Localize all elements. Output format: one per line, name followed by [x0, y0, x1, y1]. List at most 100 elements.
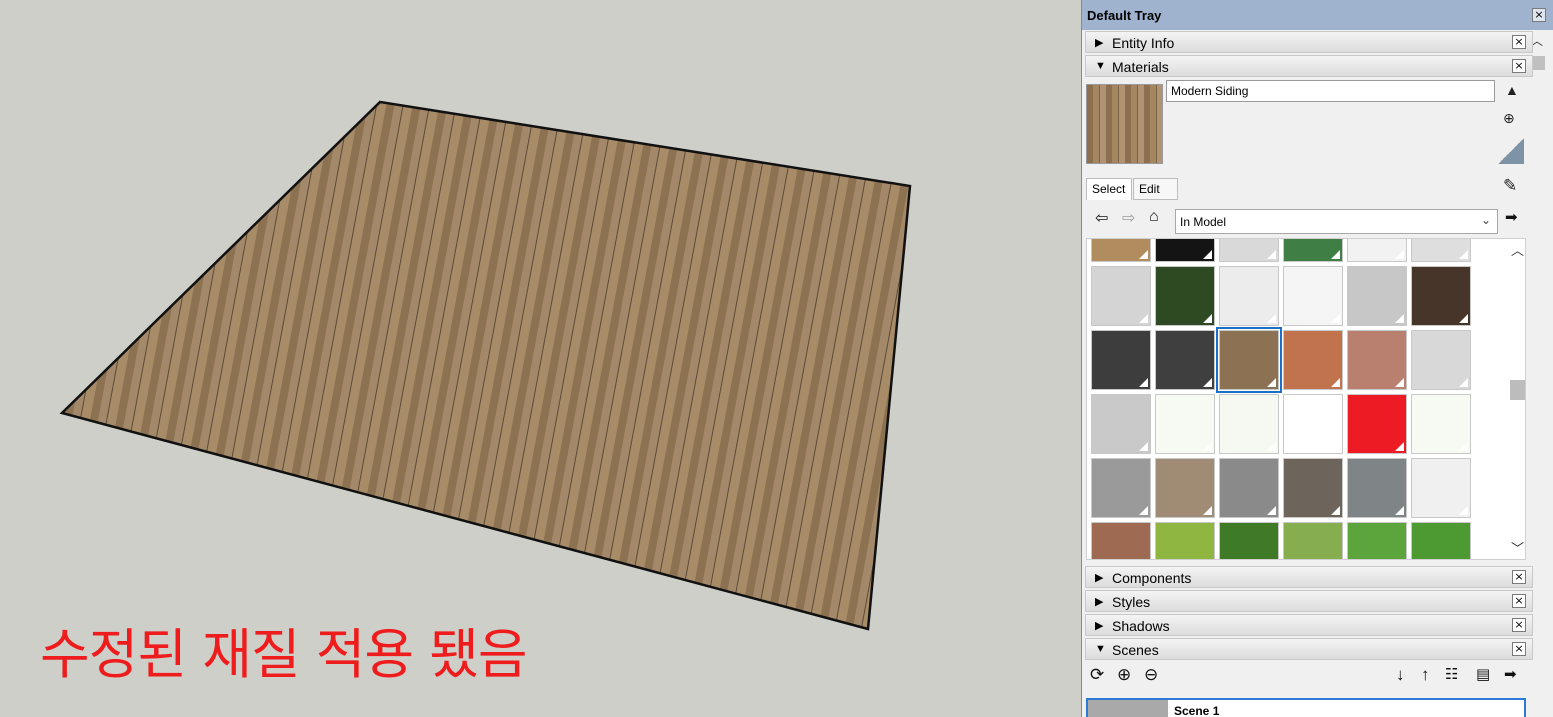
panel-styles-header[interactable]: ▶ Styles × [1085, 590, 1533, 612]
material-swatch-dark-gray[interactable] [1091, 330, 1151, 390]
material-swatch-modern-siding[interactable] [1216, 327, 1282, 393]
forward-arrow-icon[interactable]: ⇨ [1122, 208, 1135, 228]
material-swatch-dark-gray-2[interactable] [1155, 330, 1215, 390]
collapsed-arrow-icon[interactable]: ▶ [1095, 571, 1103, 584]
add-scene-icon[interactable]: ⊕ [1117, 665, 1131, 685]
panel-label: Components [1112, 570, 1192, 586]
swatch-corner-marker [1459, 378, 1468, 387]
panel-close-button[interactable]: × [1512, 35, 1526, 49]
panel-shadows-header[interactable]: ▶ Shadows × [1085, 614, 1533, 636]
material-swatch-hedge-light[interactable] [1155, 522, 1215, 559]
home-icon[interactable]: ⌂ [1149, 208, 1159, 226]
swatch-scrollbar[interactable]: ︿ ﹀ [1508, 238, 1526, 560]
details-arrow-icon[interactable]: ➡ [1505, 208, 1518, 226]
back-arrow-icon[interactable]: ⇦ [1095, 208, 1108, 228]
material-swatch-speckled-white[interactable] [1283, 266, 1343, 326]
swatch-corner-marker [1459, 314, 1468, 323]
display-secondary-sampler-icon[interactable]: ▲ [1505, 82, 1519, 98]
update-scene-icon[interactable]: ⟳ [1090, 665, 1104, 685]
material-swatch-concrete[interactable] [1091, 266, 1151, 326]
panel-components-header[interactable]: ▶ Components × [1085, 566, 1533, 588]
scroll-up-icon[interactable]: ︿ [1511, 240, 1524, 259]
material-swatch-bark[interactable] [1091, 522, 1151, 559]
swatch-corner-marker [1395, 506, 1404, 515]
panel-label: Scenes [1112, 642, 1159, 658]
expanded-arrow-icon[interactable]: ▼ [1095, 60, 1106, 72]
view-options-icon[interactable]: ☷ [1445, 665, 1458, 683]
material-swatch-stone-wall[interactable] [1155, 458, 1215, 518]
material-swatch-cedar-siding[interactable] [1283, 330, 1343, 390]
thumbnail-icon[interactable]: ▤ [1476, 665, 1490, 683]
scroll-down-icon[interactable]: ﹀ [1511, 538, 1524, 557]
library-dropdown-value: In Model [1180, 215, 1227, 229]
collapsed-arrow-icon[interactable]: ▶ [1095, 619, 1103, 632]
tab-select[interactable]: Select [1086, 178, 1132, 200]
tray-scrollbar[interactable]: ︿ [1527, 30, 1547, 560]
material-swatch-shrub[interactable] [1411, 522, 1471, 559]
material-swatch-gray-light[interactable] [1411, 239, 1471, 262]
show-details-icon[interactable]: ➡ [1504, 665, 1517, 683]
scene-item-label[interactable]: Scene 1 [1174, 704, 1219, 717]
material-preview-swatch[interactable] [1086, 84, 1163, 164]
material-swatch-black[interactable] [1155, 239, 1215, 262]
panel-close-button[interactable]: × [1512, 618, 1526, 632]
material-swatch-dark-brown[interactable] [1411, 266, 1471, 326]
swatch-corner-marker [1459, 250, 1468, 259]
swatch-corner-marker [1203, 442, 1212, 451]
swatch-corner-marker [1395, 314, 1404, 323]
material-swatch-lawn[interactable] [1347, 522, 1407, 559]
panel-scenes-header[interactable]: ▼ Scenes × [1085, 638, 1533, 660]
material-swatch-white[interactable] [1347, 239, 1407, 262]
swatch-corner-marker [1139, 378, 1148, 387]
material-swatch-taupe[interactable] [1283, 458, 1343, 518]
material-name-field[interactable]: Modern Siding [1166, 80, 1495, 102]
panel-label: Styles [1112, 594, 1151, 610]
create-material-icon[interactable]: ⊕ [1503, 110, 1515, 127]
material-swatch-grass[interactable] [1283, 522, 1343, 559]
material-swatch-gray-tile[interactable] [1219, 458, 1279, 518]
material-swatch-tree[interactable] [1411, 394, 1471, 454]
panel-close-button[interactable]: × [1512, 642, 1526, 656]
panel-close-button[interactable]: × [1512, 570, 1526, 584]
move-scene-up-icon[interactable]: ↑ [1421, 665, 1430, 685]
tray-close-button[interactable]: × [1532, 8, 1546, 22]
panel-close-button[interactable]: × [1512, 594, 1526, 608]
library-dropdown[interactable]: In Model ⌄ [1175, 209, 1498, 234]
panel-materials-header[interactable]: ▼ Materials × [1085, 55, 1533, 77]
material-swatch-white-2[interactable] [1283, 394, 1343, 454]
material-swatch-stone-path[interactable] [1091, 394, 1151, 454]
material-swatch-light-gray[interactable] [1347, 266, 1407, 326]
scene-thumbnail[interactable] [1088, 700, 1168, 717]
material-swatch-hedge-dark[interactable] [1219, 522, 1279, 559]
material-swatch-light-concrete[interactable] [1219, 239, 1279, 262]
remove-scene-icon[interactable]: ⊖ [1144, 665, 1158, 685]
sample-paint-eyedropper-icon[interactable]: ✎ [1503, 176, 1517, 196]
panel-entity-info-header[interactable]: ▶ Entity Info × [1085, 31, 1533, 53]
swatch-corner-marker [1203, 250, 1212, 259]
swatch-corner-marker [1267, 506, 1276, 515]
collapsed-arrow-icon[interactable]: ▶ [1095, 595, 1103, 608]
collapsed-arrow-icon[interactable]: ▶ [1095, 36, 1103, 49]
material-swatch-plant-2[interactable] [1219, 394, 1279, 454]
wood-floor-face[interactable] [59, 100, 912, 631]
swatch-corner-marker [1267, 378, 1276, 387]
material-swatch-white-marble[interactable] [1219, 266, 1279, 326]
panel-close-button[interactable]: × [1512, 59, 1526, 73]
scrollbar-thumb[interactable] [1510, 380, 1525, 400]
material-swatch-screenshot[interactable] [1411, 458, 1471, 518]
material-swatch-red[interactable] [1347, 394, 1407, 454]
expanded-arrow-icon[interactable]: ▼ [1095, 643, 1106, 655]
swatch-corner-marker [1139, 506, 1148, 515]
material-swatch-stone-grass[interactable] [1411, 330, 1471, 390]
model-viewport[interactable]: 수정된 재질 적용 됐음 [0, 0, 1081, 717]
material-swatch-gravel[interactable] [1091, 239, 1151, 262]
material-swatch-gray-metal[interactable] [1091, 458, 1151, 518]
material-swatch-brick-pavers[interactable] [1347, 330, 1407, 390]
move-scene-down-icon[interactable]: ↓ [1396, 665, 1405, 685]
material-swatch-plant[interactable] [1155, 394, 1215, 454]
default-material-icon[interactable] [1498, 138, 1524, 164]
material-swatch-ivy-leaf[interactable] [1155, 266, 1215, 326]
material-swatch-glass-block[interactable] [1347, 458, 1407, 518]
material-swatch-mosaic-tile[interactable] [1283, 239, 1343, 262]
tab-edit[interactable]: Edit [1133, 178, 1178, 200]
